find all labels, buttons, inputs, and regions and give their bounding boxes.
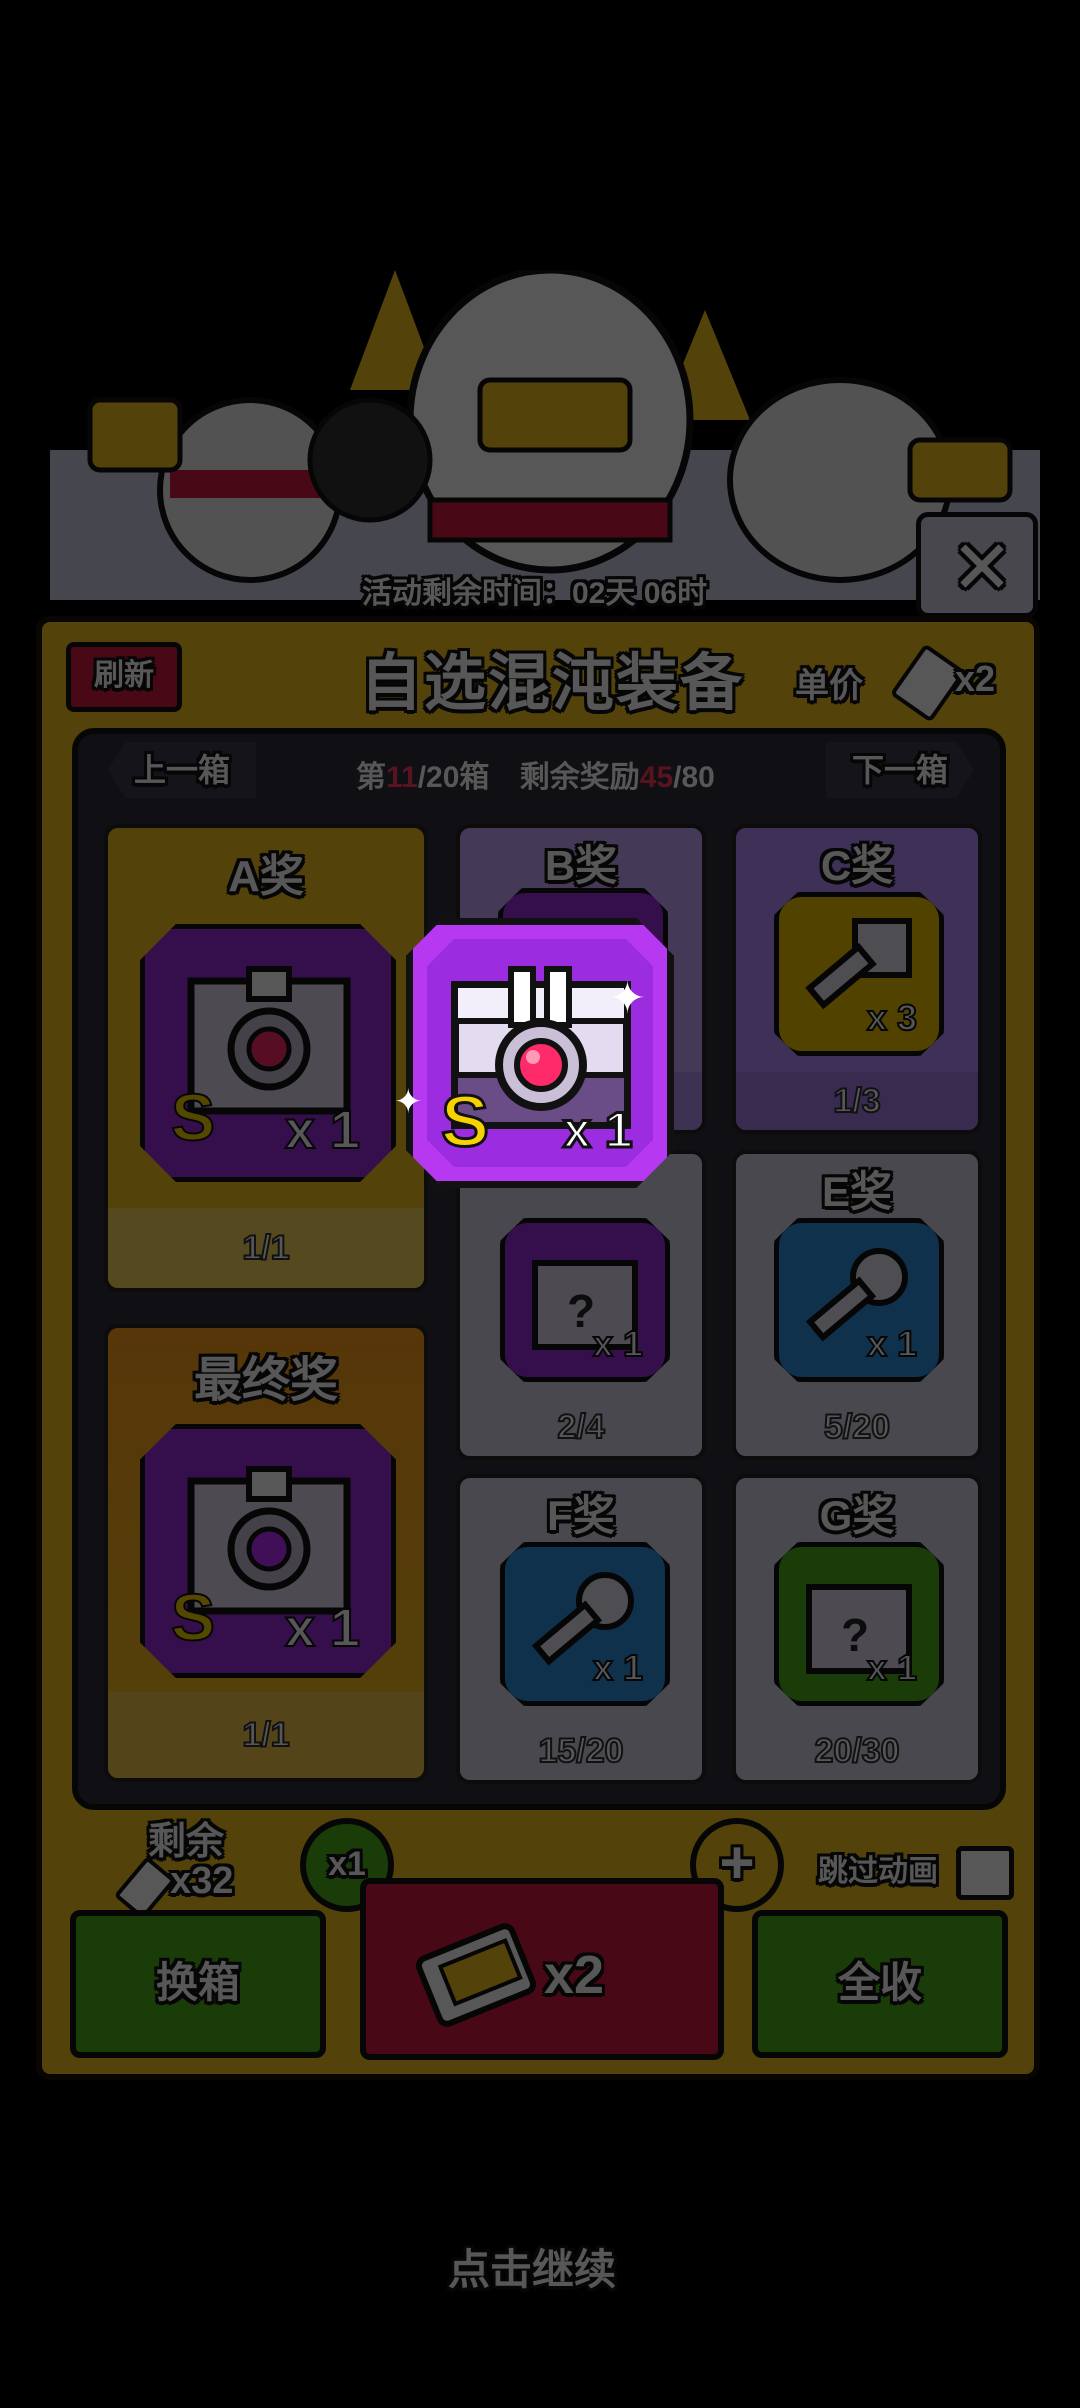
prev-box-button[interactable]: 上一箱 [108, 742, 256, 798]
collect-all-button[interactable]: 全收 [752, 1910, 1008, 2058]
prize-f-title: F奖 [547, 1492, 615, 1539]
unit-price-qty: x2 [955, 658, 996, 699]
multiplier-value: x1 [328, 1845, 366, 1883]
prize-e-qty: x 1 [866, 1322, 918, 1365]
background-layer: ✕ 活动剩余时间：02天 06时 刷新 自选混沌装备 单价 x2 上一箱 第11… [0, 0, 1080, 2408]
tap-to-continue[interactable]: 点击继续 [448, 2236, 616, 2297]
prize-a-title: A奖 [228, 852, 304, 901]
sparkle-icon: ✦ [609, 974, 646, 1023]
prize-card-final[interactable]: 最终奖 S x 1 1/1 [104, 1324, 428, 1782]
prize-d-tile: ? x 1 [500, 1218, 670, 1382]
refresh-button[interactable]: 刷新 [66, 642, 182, 712]
prize-a-grade: S [170, 1079, 216, 1155]
reward-prefix: 剩余奖励 [519, 761, 640, 794]
close-icon: ✕ [951, 526, 1014, 609]
prize-e-progress: 5/20 [736, 1398, 978, 1456]
prize-g-title: G奖 [819, 1492, 895, 1539]
prize-b-title: B奖 [544, 842, 618, 889]
prize-g-qty: x 1 [866, 1646, 918, 1689]
draw-button[interactable]: x2 [360, 1878, 724, 2060]
prize-card-f[interactable]: F奖 x 1 15/20 [456, 1474, 706, 1784]
reward-qty: x 1 [562, 1101, 634, 1160]
next-box-button[interactable]: 下一箱 [826, 742, 974, 798]
prize-card-d[interactable]: ? x 1 2/4 [456, 1150, 706, 1460]
prize-f-qty: x 1 [592, 1646, 644, 1689]
prev-box-label: 上一箱 [133, 752, 230, 788]
box-total: /20箱 [417, 761, 490, 794]
prize-a-progress: 1/1 [108, 1208, 424, 1288]
remaining-qty: x32 [170, 1860, 234, 1902]
prize-card-g[interactable]: G奖 ? x 1 20/30 [732, 1474, 982, 1784]
prize-c-qty: x 3 [866, 996, 918, 1039]
reward-current: 45 [639, 761, 674, 794]
collect-all-label: 全收 [837, 1959, 922, 2006]
prize-card-c[interactable]: C奖 x 3 1/3 [732, 824, 982, 1134]
final-prize-title: 最终奖 [193, 1354, 338, 1407]
sparkle-icon: ✦ [394, 1083, 423, 1121]
prize-c-title: C奖 [820, 842, 894, 889]
banner-illustration [50, 266, 1040, 600]
panel-title: 自选混沌装备 [360, 649, 745, 718]
prize-card-a[interactable]: A奖 S x 1 1/1 [104, 824, 428, 1292]
svg-text:?: ? [841, 1609, 869, 1661]
prize-g-progress: 20/30 [736, 1722, 978, 1780]
prize-c-progress: 1/3 [736, 1072, 978, 1130]
timer-value: 02天 06时 [572, 577, 708, 610]
svg-text:?: ? [567, 1285, 595, 1337]
plus-icon: + [719, 1829, 755, 1896]
prize-e-title: E奖 [821, 1168, 892, 1215]
prize-a-tile: S x 1 [140, 924, 396, 1182]
prize-f-tile: x 1 [500, 1542, 670, 1706]
reward-grade: S [439, 1081, 490, 1164]
unit-price: 单价 x2 [795, 643, 1015, 723]
close-button[interactable]: ✕ [916, 512, 1038, 618]
draw-qty: x2 [544, 1945, 605, 2005]
prize-e-tile: x 1 [774, 1218, 944, 1382]
timer-label: 活动剩余时间： [362, 577, 572, 610]
swap-box-button[interactable]: 换箱 [70, 1910, 326, 2058]
final-prize-tile: S x 1 [140, 1424, 396, 1678]
box-progress: 第11/20箱 剩余奖励45/80 [356, 752, 715, 796]
box-current: 11 [386, 761, 418, 794]
prize-d-qty: x 1 [592, 1322, 644, 1365]
next-box-label: 下一箱 [851, 752, 948, 788]
prize-a-qty: x 1 [284, 1099, 361, 1161]
prize-card-e[interactable]: E奖 x 1 5/20 [732, 1150, 982, 1460]
reward-tile: ✦ S x 1 [406, 918, 674, 1188]
reward-popup[interactable]: ✦ S x 1 ✦ [394, 918, 674, 1188]
swap-box-label: 换箱 [155, 1959, 240, 2006]
banner-art [50, 266, 1040, 600]
ticket-icon [415, 1923, 536, 2027]
remaining-label: 剩余 [148, 1821, 225, 1863]
prize-d-progress: 2/4 [460, 1398, 702, 1456]
reward-total: /80 [673, 761, 715, 794]
prize-f-progress: 15/20 [460, 1722, 702, 1780]
remaining-tickets: x32 [113, 1855, 320, 1921]
prize-c-tile: x 3 [774, 892, 944, 1056]
skip-animation-label: 跳过动画 [818, 1855, 938, 1888]
skip-animation-checkbox[interactable] [956, 1846, 1014, 1900]
final-prize-progress: 1/1 [108, 1692, 424, 1778]
event-timer: 活动剩余时间：02天 06时 [362, 568, 707, 612]
box-prefix: 第 [356, 761, 386, 794]
unit-price-label: 单价 [795, 667, 863, 705]
final-prize-qty: x 1 [284, 1597, 361, 1659]
prize-g-tile: ? x 1 [774, 1542, 944, 1706]
refresh-label: 刷新 [94, 659, 154, 692]
final-prize-grade: S [170, 1579, 216, 1655]
